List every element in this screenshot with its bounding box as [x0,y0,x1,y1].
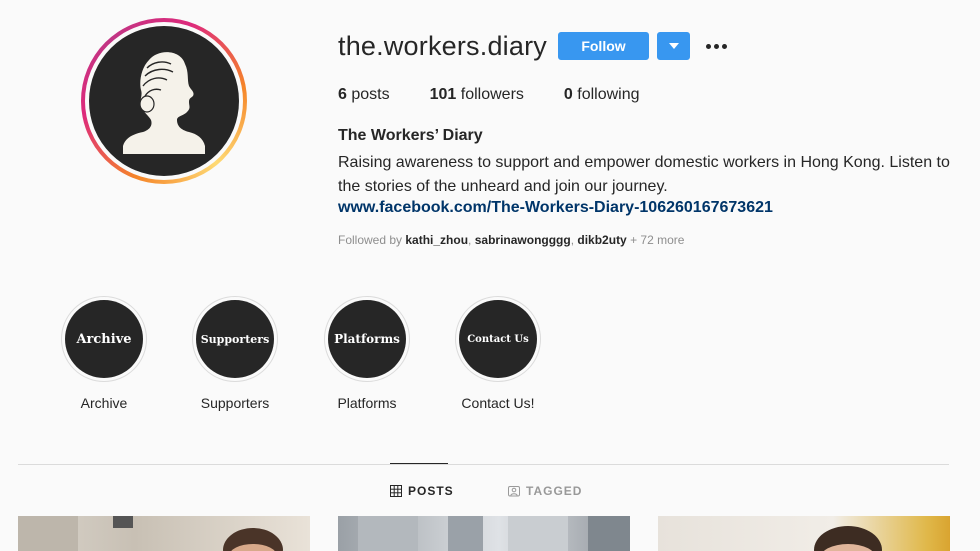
more-dot [713,43,719,49]
profile-full-name: The Workers’ Diary [338,127,483,144]
profile-bio: Raising awareness to support and empower… [338,154,950,195]
highlight-cover: Contact Us [459,300,537,378]
caret-down-icon [668,43,679,49]
tab-posts[interactable]: POSTS [390,484,454,498]
woman-silhouette-icon [123,52,205,154]
profile-username: the.workers.diary [338,31,547,61]
tabs-divider [18,464,949,465]
post-image [358,516,630,551]
highlight-cover: Archive [65,300,143,378]
followers-count: 101 [429,86,457,103]
highlight-label: Supporters [200,395,270,411]
followed-by[interactable]: Followed by kathi_zhou, sabrinawongggg, … [338,233,684,247]
post-thumbnail[interactable] [338,516,630,551]
grid-icon [390,485,402,497]
active-tab-indicator [390,463,448,464]
highlight-label: Archive [80,395,128,411]
posts-count: 6 [338,86,347,103]
followers-label: followers [460,86,524,103]
followed-by-prefix: Followed by [338,233,403,247]
highlight-ring: Supporters [192,296,278,382]
highlight-cover: Supporters [196,300,274,378]
highlight-ring: Archive [61,296,147,382]
tab-tagged[interactable]: TAGGED [508,484,582,498]
follower-name: kathi_zhou [405,233,469,247]
avatar-image [89,26,239,176]
tab-tagged-label: TAGGED [526,484,583,498]
tag-person-icon [508,486,520,497]
profile-stats: 6 posts 101 followers 0 following [338,86,680,104]
followers-stat[interactable]: 101 followers [430,86,524,104]
follower-name: dikb2uty [577,233,627,247]
more-options-button[interactable] [702,36,730,56]
follower-name: sabrinawongggg [474,233,571,247]
posts-stat: 6 posts [338,86,390,104]
more-dot [705,43,711,49]
highlight-platforms[interactable]: Platforms Platforms [324,296,410,411]
more-dot [721,43,727,49]
following-label: following [577,86,640,103]
highlight-label: Contact Us! [461,395,535,411]
tab-posts-label: POSTS [408,484,454,498]
highlight-cover: Platforms [328,300,406,378]
suggested-dropdown-button[interactable] [657,32,690,60]
profile-website-link[interactable]: www.facebook.com/The-Workers-Diary-10626… [338,199,773,217]
posts-label: posts [351,86,390,103]
highlight-ring: Contact Us [455,296,541,382]
highlight-supporters[interactable]: Supporters Supporters [192,296,278,411]
avatar-gap [85,22,243,180]
followed-by-more: + 72 more [630,233,685,247]
following-count: 0 [563,86,573,103]
post-image [18,516,283,551]
highlight-archive[interactable]: Archive Archive [61,296,147,411]
follow-button[interactable]: Follow [558,32,649,60]
post-thumbnail[interactable] [658,516,950,551]
highlight-contact-us[interactable]: Contact Us Contact Us! [455,296,541,411]
following-stat[interactable]: 0 following [564,86,640,104]
profile-avatar[interactable] [81,18,247,184]
post-image [814,526,882,551]
post-thumbnail[interactable] [18,516,310,551]
highlight-ring: Platforms [324,296,410,382]
highlight-label: Platforms [337,395,397,411]
